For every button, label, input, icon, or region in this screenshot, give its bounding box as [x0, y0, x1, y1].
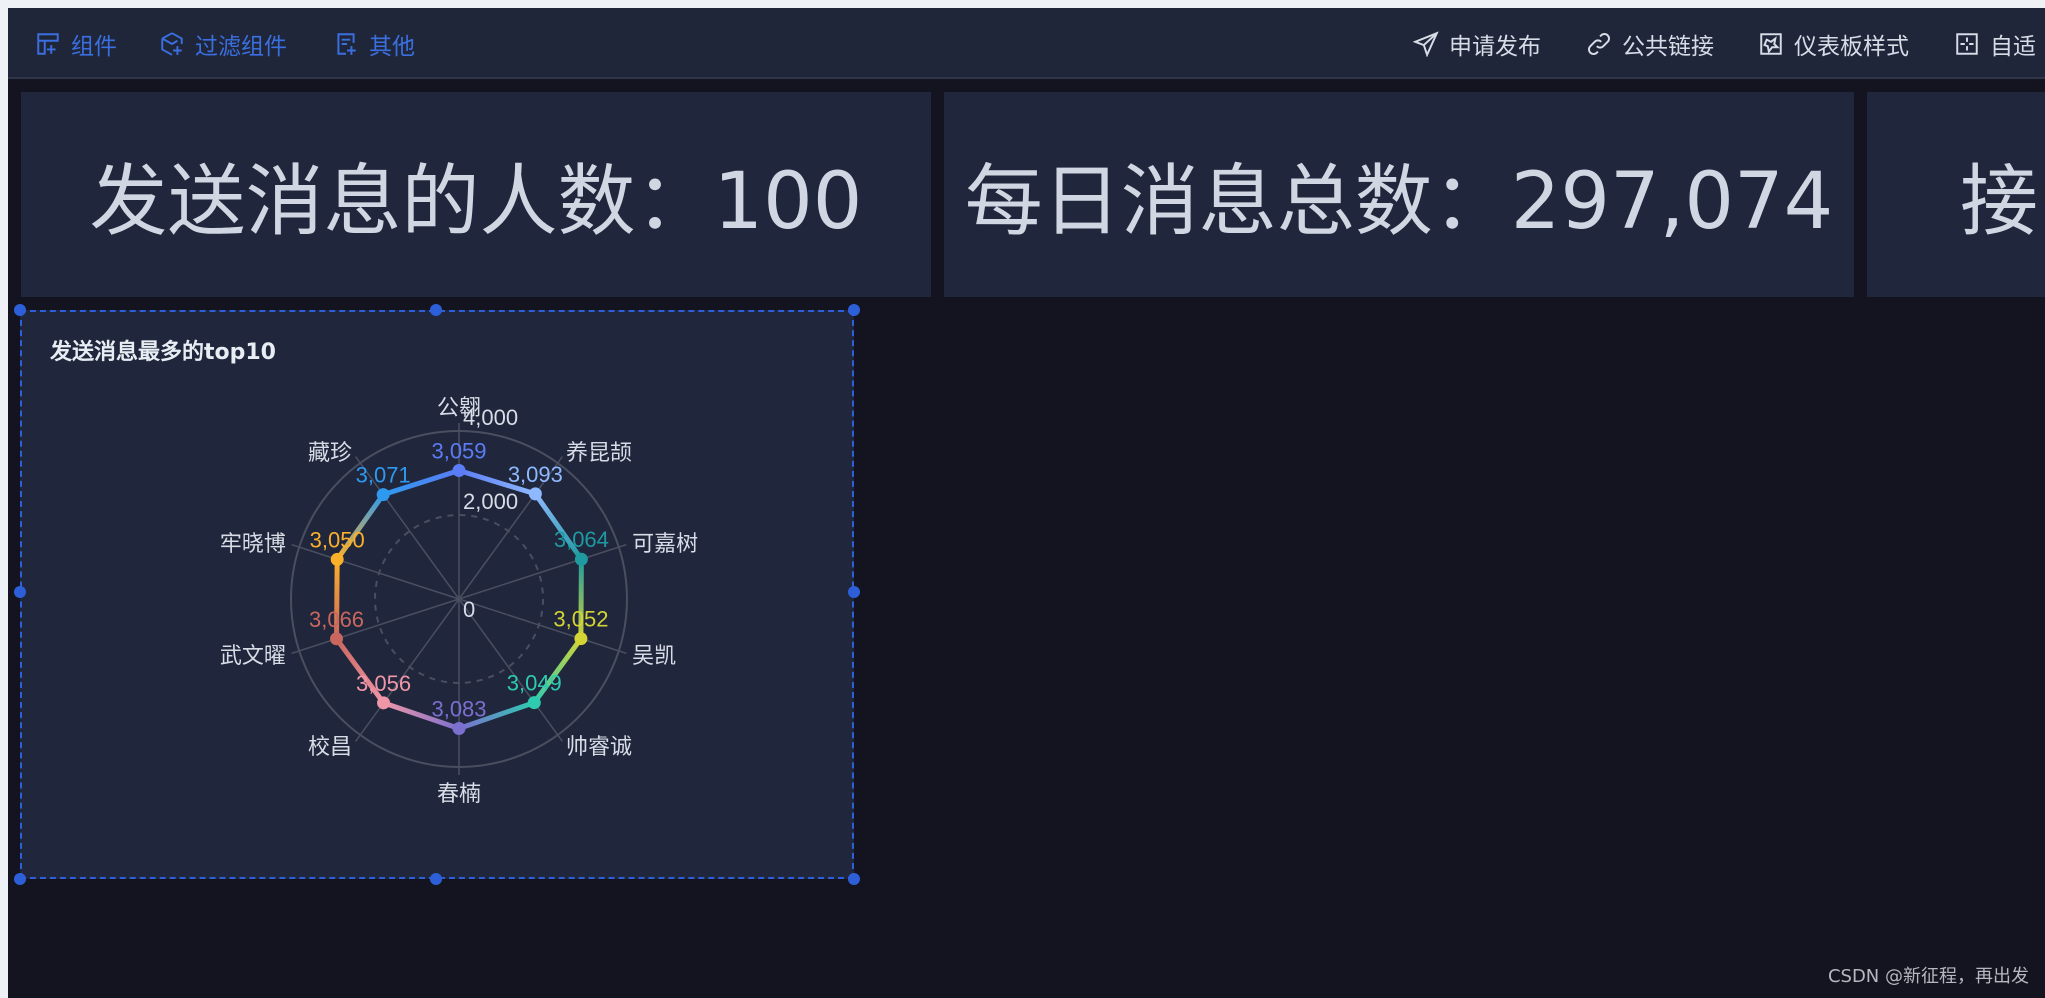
received-text: 接: [1960, 156, 2039, 247]
other-button[interactable]: 其他: [333, 8, 415, 79]
radar-spoke: [291, 543, 460, 600]
indicator-label: 校昌: [308, 735, 352, 760]
data-label: 3,083: [431, 696, 486, 721]
resize-handle-right[interactable]: [848, 586, 860, 598]
indicator-label: 可嘉树: [632, 532, 698, 557]
indicator-label: 吴凯: [632, 644, 676, 669]
radar-point: [528, 487, 542, 501]
senders-count-text: 发送消息的人数：100: [89, 156, 863, 247]
indicator-label: 春楠: [437, 782, 481, 807]
components-button[interactable]: 组件: [35, 8, 117, 79]
resize-handle-top-right[interactable]: [848, 304, 860, 316]
indicator-label: 养昆颉: [566, 441, 632, 466]
radar-point: [574, 632, 588, 646]
resize-handle-top[interactable]: [430, 304, 442, 316]
left-strip: [0, 0, 8, 998]
data-label: 3,064: [554, 527, 609, 552]
data-label: 3,049: [507, 671, 562, 696]
add-component-icon: [37, 32, 59, 55]
indicator-label: 牢晓博: [220, 532, 286, 557]
filter-components-button[interactable]: 过滤组件: [159, 8, 287, 79]
public-link-label: 公共链接: [1622, 33, 1714, 60]
resize-handle-left[interactable]: [14, 586, 26, 598]
send-icon: [1413, 30, 1439, 57]
data-label: 3,056: [356, 671, 411, 696]
other-icon: [337, 32, 356, 55]
components-label: 组件: [71, 33, 117, 60]
resize-handle-top-left[interactable]: [14, 304, 26, 316]
data-label: 3,093: [508, 462, 563, 487]
toolbar: 组件 过滤组件 其他 申请发布 公共链接 仪表板样式 自适: [8, 8, 2045, 79]
apply-publish-label: 申请发布: [1449, 33, 1541, 60]
radar-chart: 02,0004,0003,0593,0933,0643,0523,0493,08…: [220, 396, 698, 807]
dashboard-style-label: 仪表板样式: [1794, 33, 1909, 60]
resize-handle-bottom-left[interactable]: [14, 873, 26, 885]
watermark: CSDN @新征程，再出发: [1827, 966, 2029, 987]
adaptive-label: 自适: [1990, 33, 2036, 60]
adaptive-button[interactable]: 自适: [1954, 8, 2036, 79]
resize-handle-bottom-right[interactable]: [848, 873, 860, 885]
radar-point: [377, 696, 391, 710]
grid-icon: [1956, 32, 1978, 55]
dashboard-style-button[interactable]: 仪表板样式: [1758, 8, 1909, 79]
radar-point: [574, 552, 588, 566]
received-card[interactable]: 接: [1867, 92, 2045, 297]
radar-point: [452, 464, 466, 478]
senders-count-card[interactable]: 发送消息的人数：100: [21, 92, 931, 297]
radial-tick-label: 0: [463, 597, 475, 622]
other-label: 其他: [369, 33, 415, 60]
radar-point: [330, 632, 344, 646]
radar-point: [376, 488, 390, 502]
indicator-label: 公翱: [437, 396, 481, 421]
daily-messages-card[interactable]: 每日消息总数：297,074: [944, 92, 1854, 297]
radar-point: [330, 552, 344, 566]
data-label: 3,066: [309, 607, 364, 632]
top10-chart-panel[interactable]: 发送消息最多的top10 0 2,000 4,000 3,059 3,093 3,064 3…: [20, 310, 854, 879]
resize-handle-bottom[interactable]: [430, 873, 442, 885]
radar-point: [452, 721, 466, 735]
browser-strip: [0, 0, 2045, 8]
indicator-label: 帅睿诚: [566, 735, 632, 760]
indicator-label: 武文曜: [220, 644, 286, 669]
public-link-button[interactable]: 公共链接: [1586, 8, 1714, 79]
data-label: 3,050: [310, 527, 365, 552]
data-label: 3,052: [553, 607, 608, 632]
apply-publish-button[interactable]: 申请发布: [1413, 8, 1541, 79]
style-icon: [1760, 32, 1782, 55]
link-icon: [1588, 32, 1610, 55]
radar-point: [527, 696, 541, 710]
radial-tick-label: 2,000: [463, 489, 518, 514]
filter-components-label: 过滤组件: [195, 33, 287, 60]
data-label: 3,059: [431, 439, 486, 464]
daily-messages-text: 每日消息总数：297,074: [964, 156, 1834, 247]
indicator-label: 藏珍: [308, 441, 352, 466]
data-label: 3,071: [356, 463, 411, 488]
filter-component-icon: [161, 31, 183, 56]
